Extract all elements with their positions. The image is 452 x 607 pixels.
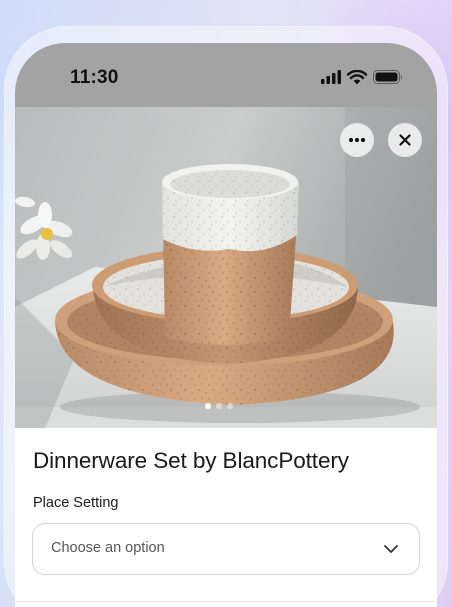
product-title: Dinnerware Set by BlancPottery: [33, 448, 349, 473]
product-image[interactable]: [15, 107, 437, 428]
more-icon: [348, 137, 366, 143]
more-options-button[interactable]: [340, 123, 374, 157]
divider: [15, 601, 437, 602]
status-time: 11:30: [70, 67, 119, 88]
carousel-dot[interactable]: [227, 403, 233, 409]
app-screen: 11:30 Dinnerware Set by BlancPottery Pla…: [15, 43, 437, 607]
close-icon: [399, 134, 411, 146]
chevron-down-icon: [384, 545, 398, 553]
signal-icon: [321, 70, 341, 84]
place-setting-select[interactable]: Choose an option: [32, 523, 420, 575]
carousel-dot[interactable]: [205, 403, 211, 409]
carousel-dot[interactable]: [216, 403, 222, 409]
status-bar: 11:30: [15, 43, 437, 107]
wifi-icon: [347, 69, 367, 84]
close-button[interactable]: [388, 123, 422, 157]
place-setting-label: Place Setting: [33, 495, 119, 511]
carousel-indicator: [205, 403, 233, 409]
dinnerware-photo: [15, 107, 437, 428]
battery-icon: [373, 70, 402, 84]
select-value: Choose an option: [51, 540, 165, 556]
status-icons: [321, 69, 403, 85]
